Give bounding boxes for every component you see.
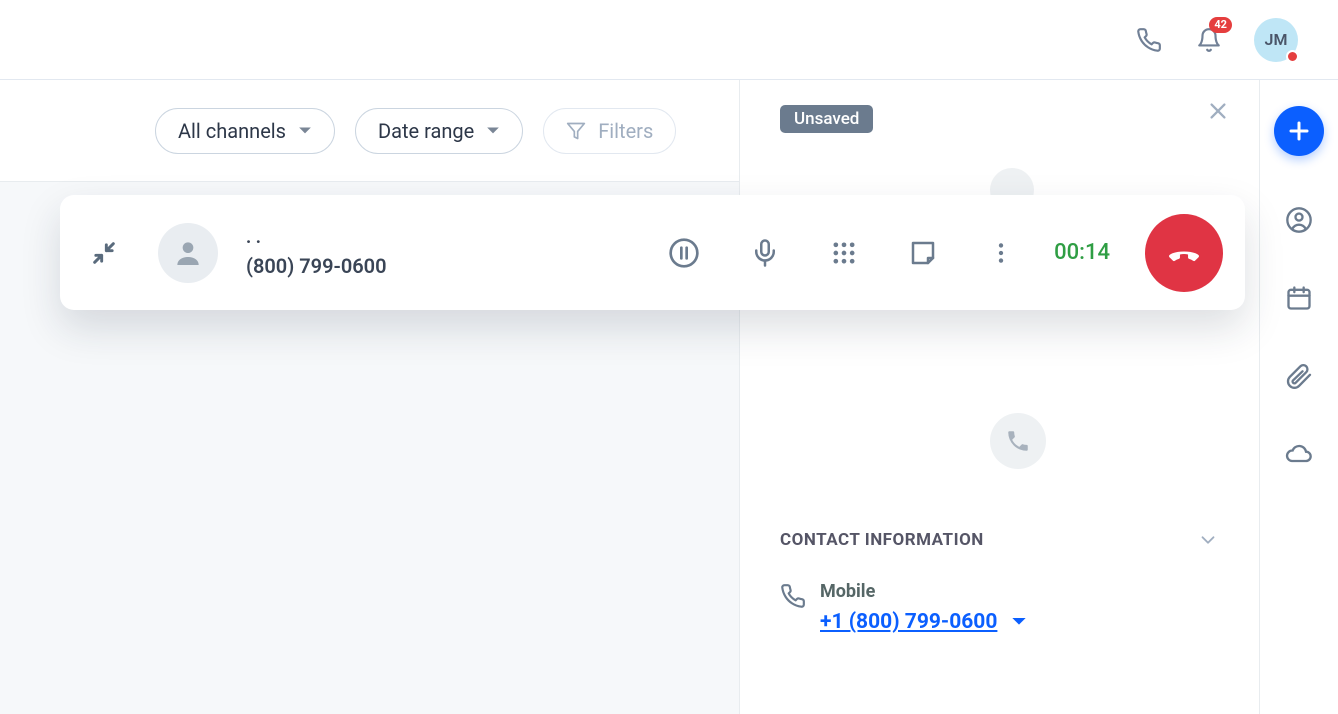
caller-name: . . — [246, 227, 648, 248]
notification-count-badge: 42 — [1209, 17, 1232, 33]
phone-hangup-icon — [1166, 235, 1202, 271]
user-avatar-initials: JM — [1265, 30, 1288, 49]
chevron-down-icon — [1197, 529, 1219, 551]
cloud-icon — [1285, 439, 1313, 469]
mute-button[interactable] — [750, 238, 780, 268]
user-avatar[interactable]: JM — [1254, 18, 1298, 62]
chevron-down-icon[interactable] — [1011, 616, 1027, 628]
call-history-button[interactable] — [990, 413, 1046, 469]
hold-button[interactable] — [668, 237, 700, 269]
rail-cloud-button[interactable] — [1285, 440, 1313, 468]
filters-button-label: Filters — [598, 119, 653, 143]
contact-mobile-label: Mobile — [820, 581, 1027, 602]
funnel-icon — [566, 121, 586, 141]
call-timer: 00:14 — [1054, 240, 1110, 265]
filters-button[interactable]: Filters — [543, 108, 676, 154]
dialpad-icon — [830, 239, 858, 267]
person-icon — [172, 237, 204, 269]
rail-calendar-button[interactable] — [1285, 284, 1313, 312]
caller-phone: (800) 799-0600 — [246, 254, 648, 278]
rail-contacts-button[interactable] — [1285, 206, 1313, 234]
section-title-contact-info: CONTACT INFORMATION — [780, 530, 984, 550]
contact-mobile-number[interactable]: +1 (800) 799-0600 — [820, 610, 997, 634]
hangup-button[interactable] — [1145, 214, 1223, 292]
keypad-button[interactable] — [830, 239, 858, 267]
notifications-button[interactable]: 42 — [1194, 25, 1224, 55]
minimize-icon — [90, 239, 118, 267]
plus-icon — [1287, 119, 1311, 143]
person-circle-icon — [1285, 206, 1313, 234]
active-call-bar: . . (800) 799-0600 00:14 — [60, 195, 1245, 310]
more-options-button[interactable] — [988, 240, 1014, 266]
close-icon — [1207, 100, 1229, 122]
status-badge: Unsaved — [780, 105, 873, 133]
phone-icon — [780, 583, 806, 609]
caller-avatar — [158, 223, 218, 283]
pause-circle-icon — [668, 237, 700, 269]
date-range-filter-label: Date range — [378, 119, 474, 143]
phone-icon — [1005, 428, 1031, 454]
collapse-section-button[interactable] — [1197, 529, 1219, 551]
status-dot-icon — [1286, 50, 1299, 63]
add-button[interactable] — [1274, 106, 1324, 156]
channels-filter-label: All channels — [178, 119, 286, 143]
chevron-down-icon — [486, 124, 500, 138]
date-range-filter[interactable]: Date range — [355, 108, 523, 154]
chevron-down-icon — [298, 124, 312, 138]
rail-attachments-button[interactable] — [1285, 362, 1313, 390]
microphone-icon — [750, 238, 780, 268]
minimize-call-button[interactable] — [90, 239, 118, 267]
close-panel-button[interactable] — [1207, 100, 1229, 122]
header-phone-icon[interactable] — [1134, 25, 1164, 55]
more-vertical-icon — [988, 240, 1014, 266]
notes-button[interactable] — [908, 238, 938, 268]
note-icon — [908, 238, 938, 268]
paperclip-icon — [1285, 362, 1313, 390]
calendar-icon — [1285, 284, 1313, 312]
channels-filter[interactable]: All channels — [155, 108, 335, 154]
